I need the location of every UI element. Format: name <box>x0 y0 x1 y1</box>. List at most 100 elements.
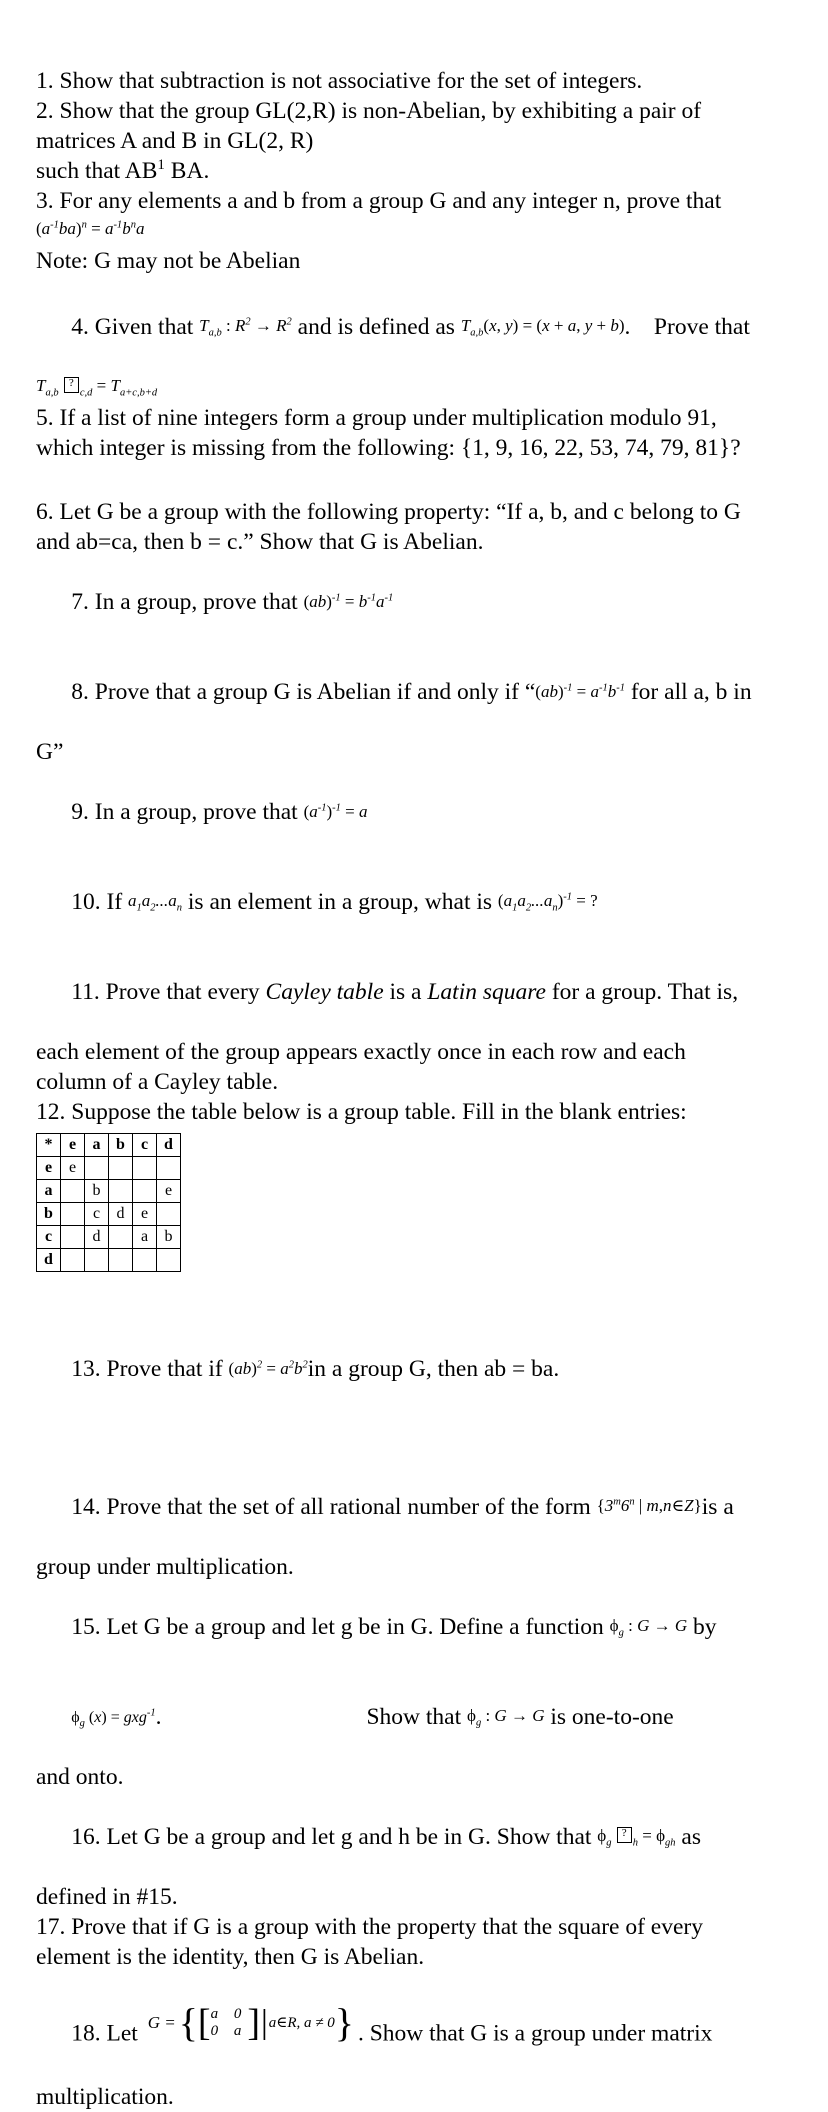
table-header-cell-op: * <box>36 1133 61 1157</box>
problem-5-line-1: 5. If a list of nine integers form a gro… <box>36 405 717 431</box>
table-header-cell-b: b <box>108 1133 133 1157</box>
table-row-label: d <box>36 1248 61 1272</box>
table-cell[interactable]: c <box>84 1202 109 1226</box>
problem-5-line-2: which integer is missing from the follow… <box>36 435 741 461</box>
table-row: b c d e <box>36 1202 181 1226</box>
problem-10-formula: (a1a2...an)-1 = ? <box>497 891 598 914</box>
problem-14-text-pre: 14. Prove that the set of all rational n… <box>71 1494 597 1520</box>
problem-13-formula: (ab)2 = a2b2 <box>228 1359 308 1378</box>
term-cayley-table: Cayley table <box>265 979 384 1005</box>
problem-16-formula: ϕg h = ϕgh <box>597 1826 675 1848</box>
table-cell[interactable] <box>156 1156 181 1180</box>
term-latin-square: Latin square <box>427 979 546 1005</box>
table-cell[interactable] <box>60 1202 85 1226</box>
matrix-bracket-right: ] <box>247 2001 260 2044</box>
problem-15-map: ϕg : G → G <box>609 1616 688 1639</box>
table-header-cell-e: e <box>60 1133 85 1157</box>
table-cell[interactable]: d <box>84 1225 109 1249</box>
table-cell[interactable]: e <box>156 1179 181 1203</box>
table-cell[interactable] <box>108 1156 133 1180</box>
problem-15-text-pre: 15. Let G be a group and let g be in G. … <box>71 1614 610 1640</box>
table-cell[interactable]: a <box>132 1225 157 1249</box>
table-cell[interactable] <box>60 1225 85 1249</box>
problem-10: 10. If a1a2...an is an element in a grou… <box>36 857 806 947</box>
problem-2-text-pre: such that AB <box>36 158 158 184</box>
problem-10-text-mid: is an element in a group, what is <box>182 889 498 915</box>
problem-6-line-2: and ab=ca, then b = c.” Show that G is A… <box>36 529 484 555</box>
problem-11-text-a: 11. Prove that every <box>71 979 266 1005</box>
table-row: e e <box>36 1156 181 1180</box>
table-header-cell-d: d <box>156 1133 181 1157</box>
problem-8-line-2: G” <box>36 739 64 765</box>
table-cell[interactable] <box>156 1202 181 1226</box>
table-row-label: e <box>36 1156 61 1180</box>
problem-15-line-2: ϕg (x) = gxg-1. Show that ϕg : G → G is o… <box>36 1672 806 1762</box>
problem-9: 9. In a group, prove that (a-1)-1 = a <box>36 767 806 857</box>
table-cell[interactable]: e <box>132 1202 157 1226</box>
problem-2-line-1: 2. Show that the group GL(2,R) is non-Ab… <box>36 98 702 124</box>
problem-3-line-1: 3. For any elements a and b from a group… <box>36 188 722 214</box>
problem-11-text-b: is a <box>383 979 428 1005</box>
problem-11-line-1: 11. Prove that every Cayley table is a L… <box>36 947 806 1037</box>
matrix-row-1: a 0 <box>210 2006 248 2022</box>
table-header-cell-a: a <box>84 1133 109 1157</box>
problem-15-period: . <box>155 1704 162 1730</box>
problem-18-text-post: . Show that G is a group under matrix <box>357 2020 713 2047</box>
problem-18-line-1: 18. Let G ={[a 00 a] | a∈R, a ≠ 0}. Show t… <box>36 1988 806 2082</box>
table-cell[interactable] <box>108 1179 133 1203</box>
table-cell[interactable] <box>84 1156 109 1180</box>
missing-glyph-box <box>63 376 79 393</box>
problem-16-line-1: 16. Let G be a group and let g and h be … <box>36 1792 806 1882</box>
problem-2-text-post: BA. <box>164 158 210 184</box>
problem-15-definition: ϕg (x) = gxg-1 <box>71 1707 156 1730</box>
spacer-extra-2 <box>36 1448 806 1462</box>
problem-2-line-3: such that AB1 BA. <box>36 156 806 186</box>
problem-18-line-2: multiplication. <box>36 2084 174 2110</box>
problem-10-element: a1a2...an <box>128 891 183 914</box>
problem-10-text-pre: 10. If <box>71 889 129 915</box>
table-cell[interactable] <box>132 1156 157 1180</box>
problem-15-line-3: and onto. <box>36 1764 124 1790</box>
problem-9-formula: (a-1)-1 = a <box>303 802 368 821</box>
problem-15-show-text: Show that <box>366 1704 467 1730</box>
table-cell[interactable] <box>60 1179 85 1203</box>
table-header-row: * e a b c d <box>36 1133 181 1157</box>
table-row-label: a <box>36 1179 61 1203</box>
matrix-row-2: 0 a <box>210 2023 248 2039</box>
problem-14-line-1: 14. Prove that the set of all rational n… <box>36 1462 806 1552</box>
problem-11-text-c: for a group. That is, <box>545 979 739 1005</box>
document-page: Homework Chapter 2 Groups 1. Show that s… <box>0 0 828 2110</box>
table-cell[interactable] <box>60 1248 85 1272</box>
table-cell[interactable] <box>156 1248 181 1272</box>
problem-2-line-2: matrices A and B in GL(2, R) <box>36 128 314 154</box>
problem-3-note: Note: G may not be Abelian <box>36 248 301 274</box>
table-row: c d a b <box>36 1225 181 1249</box>
not-equal-glyph: 1 <box>157 157 165 174</box>
problem-16-text-post: as <box>675 1824 701 1850</box>
problem-14-text-post: is a <box>701 1494 734 1520</box>
table-cell[interactable] <box>132 1248 157 1272</box>
missing-glyph-box <box>616 1826 632 1843</box>
problem-4-line-1: 4. Given that Ta,b : R2 → R2 and is defi… <box>36 282 806 372</box>
table-cell[interactable]: b <box>156 1225 181 1249</box>
table-cell[interactable] <box>84 1248 109 1272</box>
spacer-after-table <box>36 1272 806 1306</box>
problem-16-line-2: defined in #15. <box>36 1884 178 1910</box>
table-cell[interactable] <box>108 1248 133 1272</box>
problem-8-text-post: for all a, b in <box>624 679 752 705</box>
table-cell[interactable] <box>132 1179 157 1203</box>
problem-11-line-2: each element of the group appears exactl… <box>36 1039 686 1065</box>
spacer-extra <box>36 1306 806 1324</box>
cayley-table: * e a b c d e e a b e b c d e c d a b d <box>36 1133 181 1272</box>
table-cell[interactable] <box>108 1225 133 1249</box>
matrix-condition: a∈R, a ≠ 0 <box>268 2015 335 2031</box>
problem-13-text-pre: 13. Prove that if <box>71 1356 229 1382</box>
problem-13: 13. Prove that if (ab)2 = a2b2in a group… <box>36 1324 806 1414</box>
table-cell[interactable]: b <box>84 1179 109 1203</box>
problem-4-text-pre: 4. Given that <box>71 314 200 340</box>
table-cell[interactable]: e <box>60 1156 85 1180</box>
problem-4-compose-formula: Ta,b c,d = Ta+c,b+d <box>36 375 806 398</box>
problem-8-line-1: 8. Prove that a group G is Abelian if an… <box>36 647 806 737</box>
table-cell[interactable]: d <box>108 1202 133 1226</box>
problem-4-map: Ta,b : R2 → R2 <box>199 316 292 339</box>
